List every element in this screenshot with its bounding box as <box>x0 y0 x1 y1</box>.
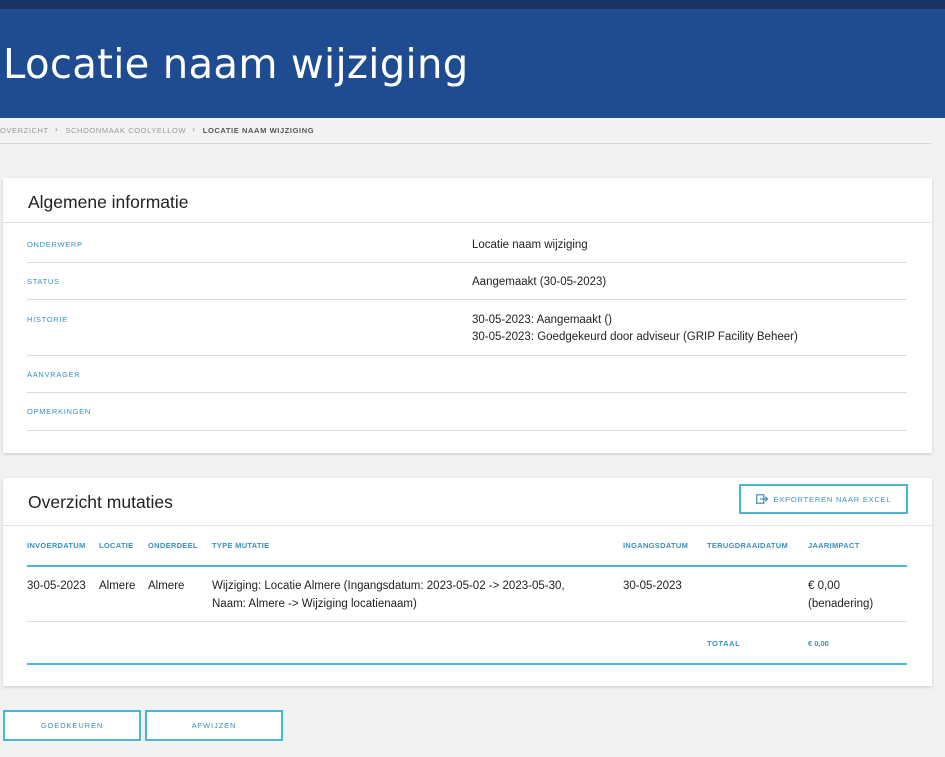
type-mutatie-line: Wijziging: Locatie Almere (Ingangsdatum:… <box>212 580 565 592</box>
column-header[interactable]: TYPE MUTATIE <box>212 541 270 550</box>
column-header[interactable]: JAARIMPACT <box>808 541 860 550</box>
info-label: AANVRAGER <box>27 370 81 379</box>
card-divider <box>3 525 932 526</box>
info-label: HISTORIE <box>27 315 68 324</box>
info-label: OPMERKINGEN <box>27 407 91 416</box>
cell-jaarimpact: € 0,00 (benadering) <box>808 577 873 613</box>
page-header: Locatie naam wijziging <box>0 9 945 118</box>
type-mutatie-line: Naam: Almere -> Wijziging locatienaam) <box>212 598 417 610</box>
total-value: € 0,00 <box>808 639 829 648</box>
export-excel-button[interactable]: EXPORTEREN NAAR EXCEL <box>739 484 908 514</box>
cell-type-mutatie: Wijziging: Locatie Almere (Ingangsdatum:… <box>212 577 612 613</box>
info-row-opmerkingen: OPMERKINGEN <box>27 407 907 431</box>
total-label: TOTAAL <box>707 639 741 648</box>
export-excel-label: EXPORTEREN NAAR EXCEL <box>773 494 892 504</box>
info-row-onderwerp: ONDERWERP Locatie naam wijziging <box>27 239 907 263</box>
approve-label: GOEDKEUREN <box>40 721 104 730</box>
breadcrumb: OVERZICHT › SCHOONMAAK COOLYELLOW › LOCA… <box>0 124 931 144</box>
info-label: STATUS <box>27 277 60 286</box>
general-info-card: Algemene informatie ONDERWERP Locatie na… <box>3 178 932 453</box>
approve-button[interactable]: GOEDKEUREN <box>3 710 141 741</box>
column-header[interactable]: TERUGDRAAIDATUM <box>707 541 788 550</box>
info-row-historie: HISTORIE 30-05-2023: Aangemaakt () 30-05… <box>27 312 907 356</box>
chevron-right-icon: › <box>192 124 196 134</box>
history-line: 30-05-2023: Aangemaakt () <box>472 314 613 326</box>
column-header[interactable]: LOCATIE <box>99 541 133 550</box>
info-row-status: STATUS Aangemaakt (30-05-2023) <box>27 276 907 300</box>
page-title: Locatie naam wijziging <box>3 40 469 88</box>
cell-onderdeel: Almere <box>148 580 185 592</box>
mutations-title: Overzicht mutaties <box>28 492 173 512</box>
breadcrumb-current: LOCATIE NAAM WIJZIGING <box>202 126 315 135</box>
card-divider <box>3 222 932 223</box>
column-header[interactable]: ONDERDEEL <box>148 541 198 550</box>
table-footer-divider <box>27 663 907 665</box>
info-value: Locatie naam wijziging <box>472 239 588 251</box>
history-line: 30-05-2023: Goedgekeurd door adviseur (G… <box>472 331 798 343</box>
column-header[interactable]: INVOERDATUM <box>27 541 86 550</box>
table-header-divider <box>27 565 907 567</box>
column-header[interactable]: INGANGSDATUM <box>623 541 688 550</box>
general-info-title: Algemene informatie <box>28 192 189 212</box>
breadcrumb-schoonmaak[interactable]: SCHOONMAAK COOLYELLOW <box>65 126 186 135</box>
breadcrumb-overzicht[interactable]: OVERZICHT <box>0 126 49 135</box>
jaarimpact-note: (benadering) <box>808 598 874 610</box>
chevron-right-icon: › <box>54 124 59 134</box>
info-label: ONDERWERP <box>27 240 83 249</box>
info-row-aanvrager: AANVRAGER <box>27 370 907 393</box>
info-value-history: 30-05-2023: Aangemaakt () 30-05-2023: Go… <box>472 312 798 346</box>
mutations-card: Overzicht mutaties EXPORTEREN NAAR EXCEL… <box>3 478 932 686</box>
cell-locatie: Almere <box>99 580 136 592</box>
row-divider <box>27 621 907 622</box>
top-bar <box>0 0 945 9</box>
reject-label: AFWIJZEN <box>191 721 237 730</box>
cell-invoerdatum: 30-05-2023 <box>27 580 86 592</box>
jaarimpact-value: € 0,00 <box>808 580 840 592</box>
cell-ingangsdatum: 30-05-2023 <box>623 580 682 592</box>
export-icon <box>755 494 768 504</box>
reject-button[interactable]: AFWIJZEN <box>145 710 283 741</box>
info-value: Aangemaakt (30-05-2023) <box>472 276 607 288</box>
